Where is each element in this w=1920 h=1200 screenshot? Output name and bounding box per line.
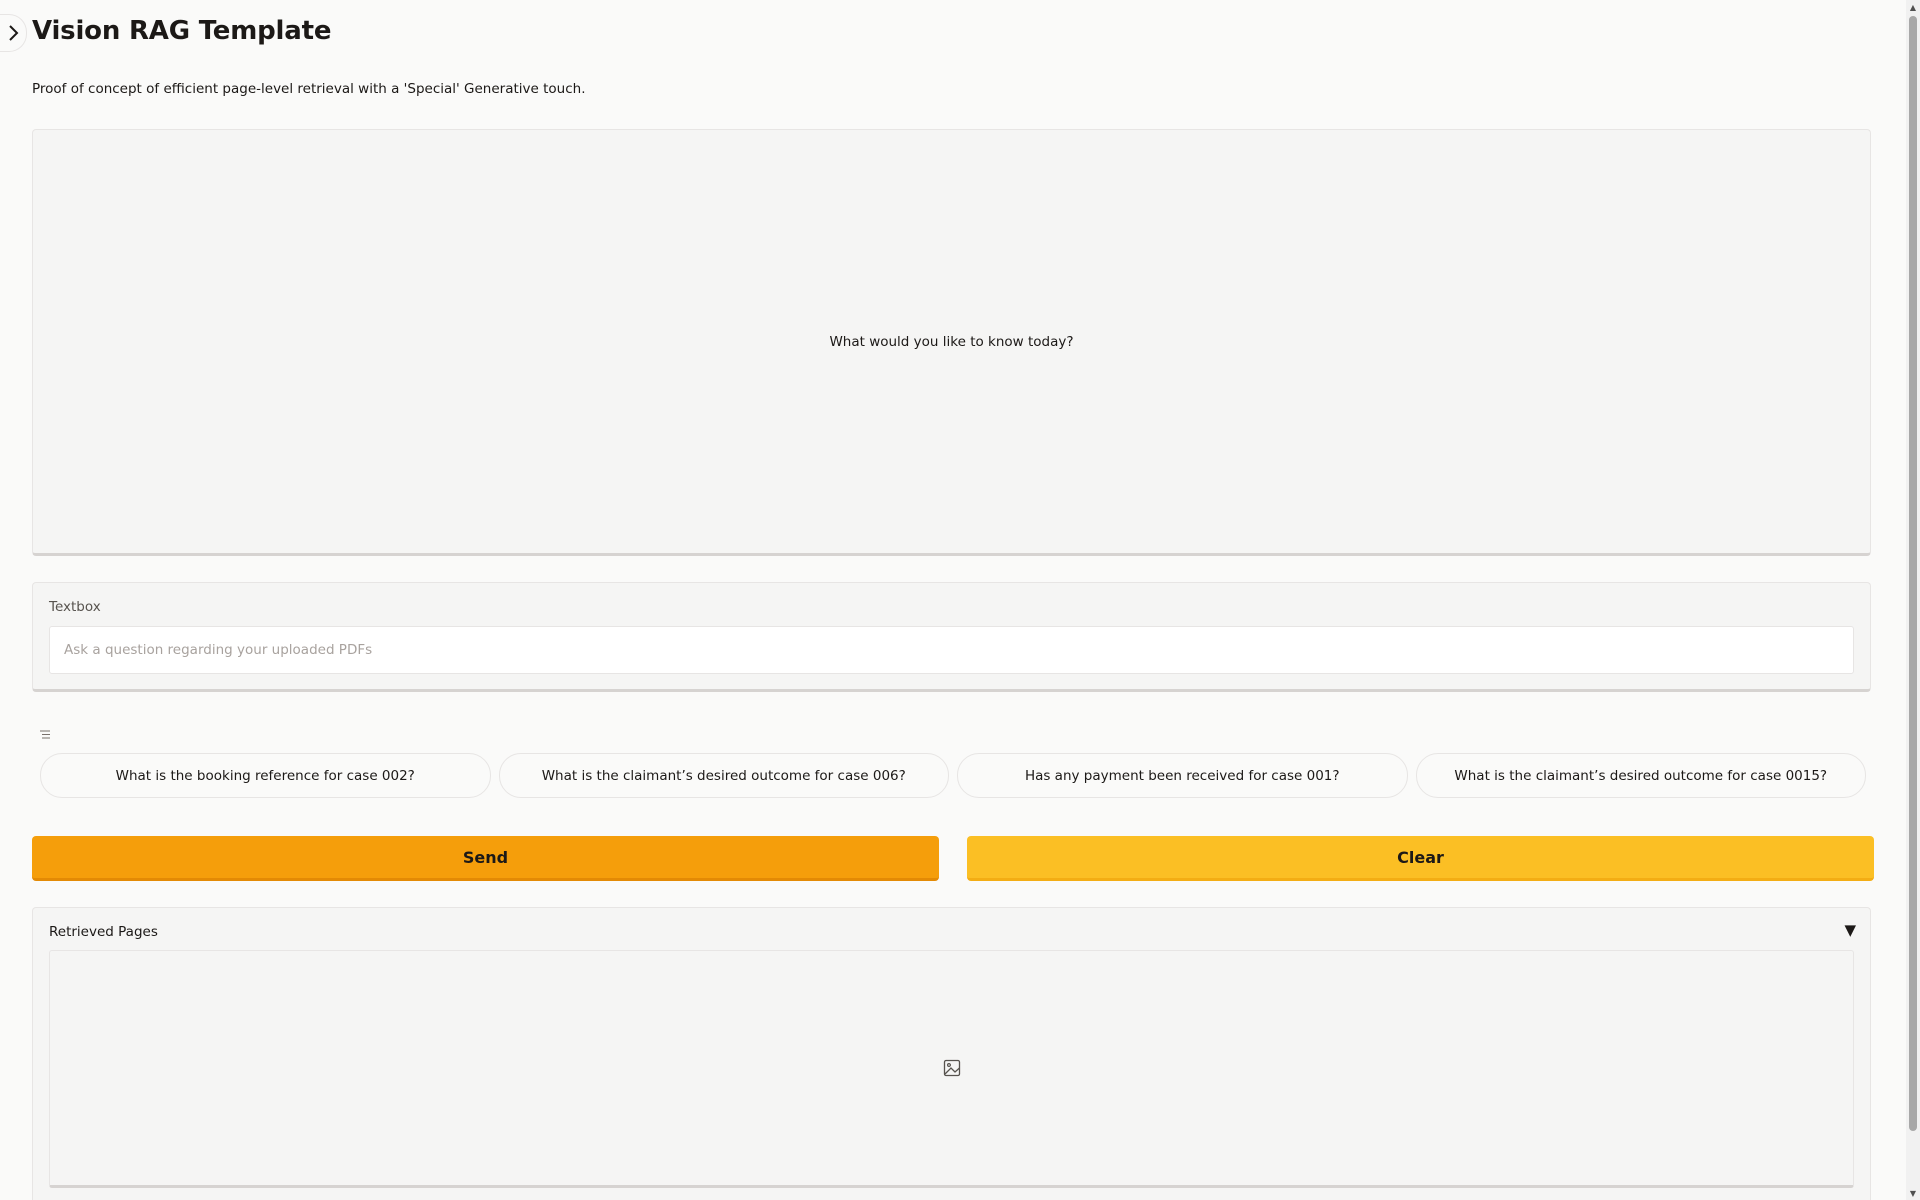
chatbot-panel: What would you like to know today? bbox=[32, 129, 1871, 556]
example-button[interactable]: What is the claimant’s desired outcome f… bbox=[1415, 753, 1866, 798]
example-button[interactable]: What is the booking reference for case 0… bbox=[40, 753, 491, 798]
retrieved-pages-panel: Retrieved Pages ▼ bbox=[32, 907, 1871, 1200]
retrieved-pages-label: Retrieved Pages bbox=[49, 924, 158, 940]
chevron-right-icon bbox=[9, 25, 19, 41]
examples-row: What is the booking reference for case 0… bbox=[40, 753, 1866, 798]
retrieved-pages-gallery bbox=[49, 950, 1854, 1188]
clear-button[interactable]: Clear bbox=[967, 836, 1874, 881]
example-button[interactable]: What is the claimant’s desired outcome f… bbox=[498, 753, 949, 798]
send-button[interactable]: Send bbox=[32, 836, 939, 881]
page-scrollbar[interactable]: ▲ ▼ bbox=[1906, 0, 1920, 1200]
page-title: Vision RAG Template bbox=[32, 16, 332, 46]
list-icon bbox=[40, 730, 50, 741]
textbox-panel: Textbox bbox=[32, 582, 1871, 692]
scroll-up-icon[interactable]: ▲ bbox=[1906, 0, 1920, 14]
sidebar-toggle-button[interactable] bbox=[0, 14, 27, 52]
page-subtitle: Proof of concept of efficient page-level… bbox=[32, 81, 586, 97]
example-button[interactable]: Has any payment been received for case 0… bbox=[957, 753, 1408, 798]
triangle-down-icon[interactable]: ▼ bbox=[1844, 921, 1856, 939]
question-input[interactable] bbox=[49, 626, 1854, 674]
scroll-down-icon[interactable]: ▼ bbox=[1906, 1186, 1920, 1200]
textbox-label: Textbox bbox=[49, 599, 101, 615]
scrollbar-thumb[interactable] bbox=[1909, 16, 1917, 1131]
image-icon bbox=[943, 1059, 960, 1077]
chatbot-placeholder: What would you like to know today? bbox=[829, 333, 1074, 350]
